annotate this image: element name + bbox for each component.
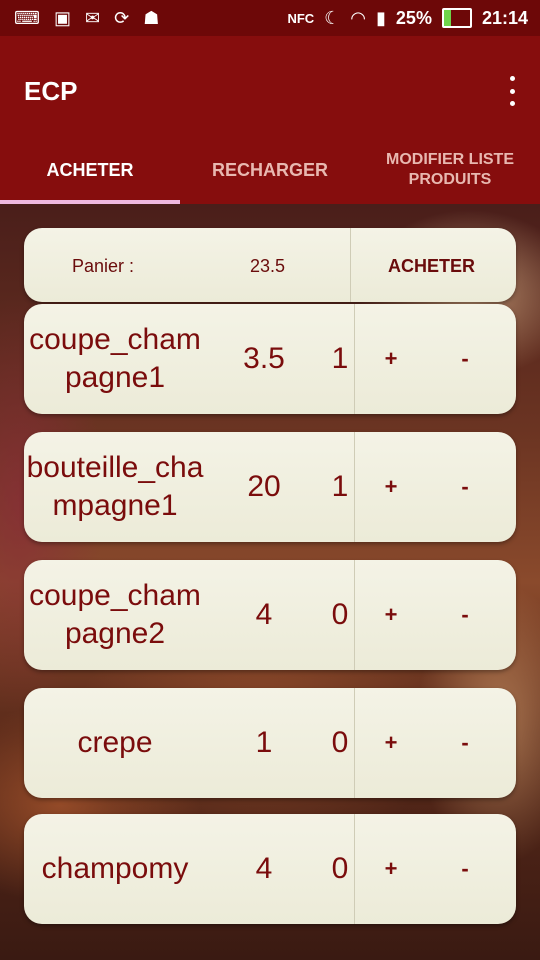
product-row: bouteille_champagne1 20 1 + - [24,432,516,542]
image-icon: ▣ [53,8,71,28]
increment-button[interactable]: + [364,560,418,670]
divider [354,814,355,924]
product-quantity: 1 [331,470,349,503]
product-row: coupe_champagne2 4 0 + - [24,560,516,670]
product-row: champomy 4 0 + - [24,814,516,924]
divider [354,560,355,670]
tab-acheter[interactable]: ACHETER [0,136,180,204]
overflow-menu-icon[interactable] [506,76,518,106]
decrement-button[interactable]: - [438,560,492,670]
signal-icon: ▮ [376,8,386,28]
sync-icon: ⟳ [114,8,130,28]
divider [354,688,355,798]
product-quantity: 0 [331,852,349,885]
battery-percentage: 25% [395,7,432,28]
status-bar: ⌨ ▣ ✉ ⟳ ☗ NFC ☾ ◠ ▮ 25% 21:14 [0,0,540,36]
basket-label: Panier : [72,256,135,276]
gmail-icon: ✉ [85,8,101,28]
divider [354,304,355,414]
product-price: 1 [255,726,273,759]
do-not-disturb-icon: ☾ [324,8,341,28]
product-name: coupe_champagne2 [29,579,201,650]
decrement-button[interactable]: - [438,688,492,798]
product-name: crepe [77,726,153,759]
app-title: ECP [24,76,78,106]
usb-debug-icon: ⌨ [14,8,40,28]
decrement-button[interactable]: - [438,304,492,414]
product-quantity: 1 [331,342,349,375]
divider [354,432,355,542]
product-row: crepe 1 0 + - [24,688,516,798]
product-price: 3.5 [243,342,285,375]
tab-modifier-liste-produits[interactable]: MODIFIER LISTE PRODUITS [360,136,540,204]
battery-charging-icon [441,8,472,28]
tab-recharger[interactable]: RECHARGER [180,136,360,204]
basket-card: Panier : 23.5 ACHETER [24,228,516,302]
product-quantity: 0 [331,598,349,631]
product-name: champomy [41,852,189,885]
product-price: 4 [255,852,273,885]
increment-button[interactable]: + [364,814,418,924]
divider [350,228,351,302]
product-price: 20 [247,470,281,503]
tab-bar: ACHETER RECHARGER MODIFIER LISTE PRODUIT… [0,136,540,204]
wifi-icon: ◠ [350,8,367,28]
app-bar: ECP ACHETER RECHARGER MODIFIER LISTE PRO… [0,36,540,204]
basket-total: 23.5 [250,256,286,276]
decrement-button[interactable]: - [438,814,492,924]
increment-button[interactable]: + [364,304,418,414]
product-name: coupe_champagne1 [29,323,201,394]
increment-button[interactable]: + [364,432,418,542]
decrement-button[interactable]: - [438,432,492,542]
clock: 21:14 [481,7,528,28]
product-name: bouteille_champagne1 [26,451,204,522]
product-price: 4 [255,598,273,631]
product-quantity: 0 [331,726,349,759]
android-icon: ☗ [143,8,160,28]
buy-button[interactable]: ACHETER [388,256,475,277]
nfc-icon: NFC [287,10,315,26]
increment-button[interactable]: + [364,688,418,798]
product-row: coupe_champagne1 3.5 1 + - [24,304,516,414]
